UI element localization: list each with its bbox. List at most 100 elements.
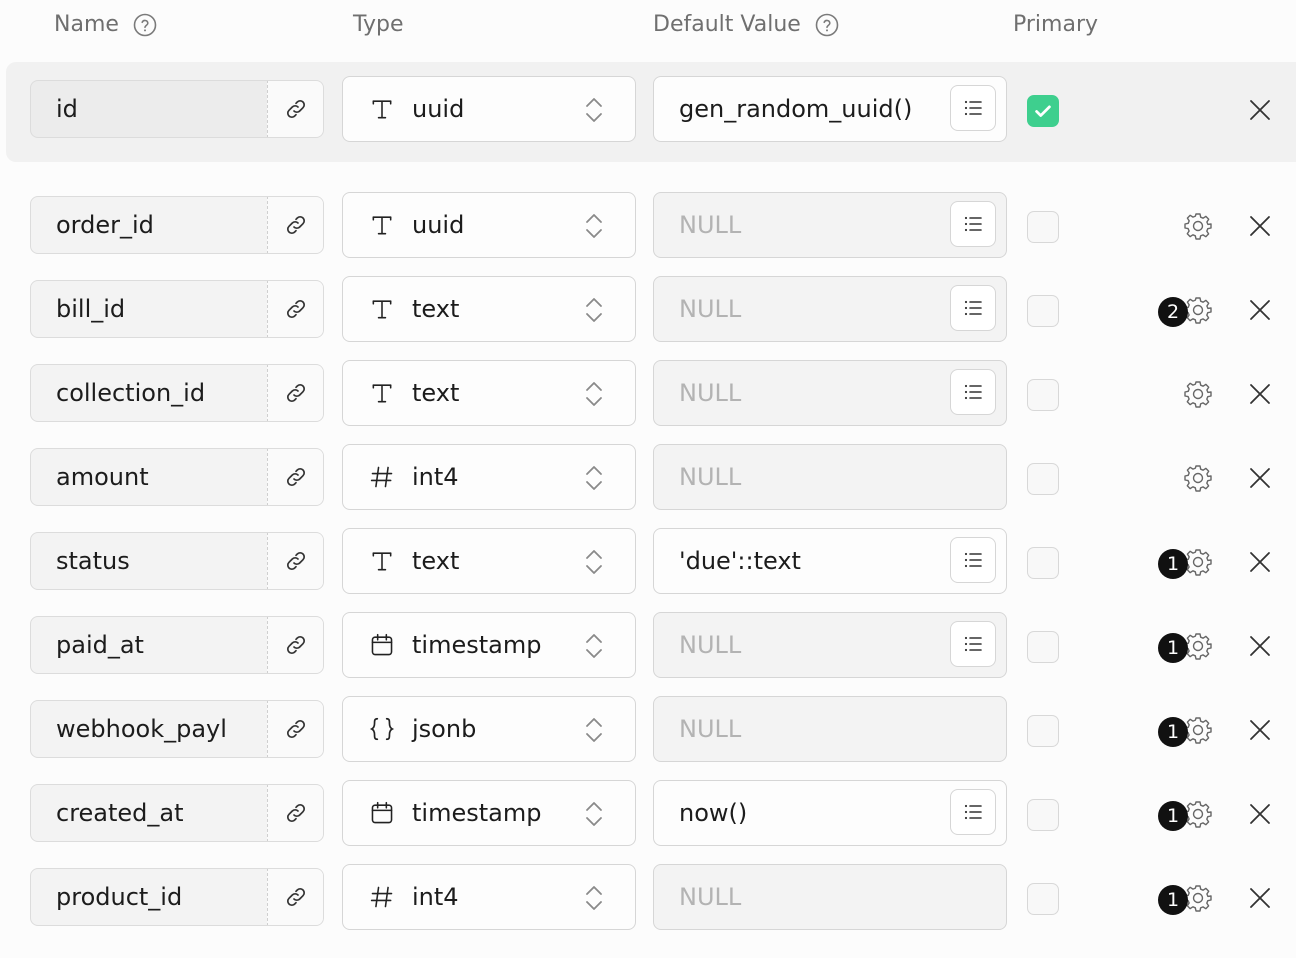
default-value-input[interactable]: NULL bbox=[653, 696, 1007, 762]
column-name-input[interactable]: webhook_payl bbox=[31, 701, 267, 757]
remove-column-close-icon[interactable] bbox=[1247, 717, 1273, 743]
foreign-key-link-button[interactable] bbox=[267, 701, 323, 757]
primary-key-checkbox[interactable] bbox=[1027, 463, 1059, 495]
column-name-field[interactable]: amount bbox=[30, 448, 324, 506]
foreign-key-link-button[interactable] bbox=[267, 81, 323, 137]
settings-count-badge: 1 bbox=[1158, 717, 1188, 747]
column-name-field[interactable]: collection_id bbox=[30, 364, 324, 422]
list-icon bbox=[961, 548, 985, 572]
remove-column-close-icon[interactable] bbox=[1247, 465, 1273, 491]
column-type-select[interactable]: text bbox=[342, 528, 636, 594]
column-type-select[interactable]: timestamp bbox=[342, 780, 636, 846]
foreign-key-link-button[interactable] bbox=[267, 365, 323, 421]
remove-column-close-icon[interactable] bbox=[1247, 297, 1273, 323]
column-name-field[interactable]: product_id bbox=[30, 868, 324, 926]
column-name-input[interactable]: collection_id bbox=[31, 365, 267, 421]
remove-column-close-icon[interactable] bbox=[1247, 97, 1273, 123]
column-name-field[interactable]: paid_at bbox=[30, 616, 324, 674]
remove-column-close-icon[interactable] bbox=[1247, 633, 1273, 659]
primary-key-checkbox[interactable] bbox=[1027, 95, 1059, 127]
chevron-up-down-icon bbox=[583, 211, 605, 241]
foreign-key-link-button[interactable] bbox=[267, 197, 323, 253]
foreign-key-link-button[interactable] bbox=[267, 617, 323, 673]
help-icon[interactable] bbox=[133, 13, 157, 37]
column-type-select[interactable]: uuid bbox=[342, 192, 636, 258]
foreign-key-link-button[interactable] bbox=[267, 785, 323, 841]
column-name-input[interactable]: order_id bbox=[31, 197, 267, 253]
default-value-suggestions-button[interactable] bbox=[950, 369, 996, 415]
default-value-text: NULL bbox=[679, 883, 742, 911]
default-value-suggestions-button[interactable] bbox=[950, 201, 996, 247]
primary-header-label: Primary bbox=[1013, 12, 1099, 37]
primary-key-checkbox[interactable] bbox=[1027, 295, 1059, 327]
column-type-select[interactable]: timestamp bbox=[342, 612, 636, 678]
default-value-suggestions-button[interactable] bbox=[950, 621, 996, 667]
default-value-input[interactable]: 'due'::text bbox=[653, 528, 1007, 594]
remove-column-close-icon[interactable] bbox=[1247, 885, 1273, 911]
primary-key-checkbox[interactable] bbox=[1027, 799, 1059, 831]
primary-key-checkbox[interactable] bbox=[1027, 883, 1059, 915]
column-name-input[interactable]: paid_at bbox=[31, 617, 267, 673]
column-type-label: int4 bbox=[412, 883, 459, 911]
default-value-input[interactable]: now() bbox=[653, 780, 1007, 846]
column-settings-gear-icon[interactable] bbox=[1183, 379, 1213, 409]
column-name-field[interactable]: bill_id bbox=[30, 280, 324, 338]
default-value-text: gen_random_uuid() bbox=[679, 95, 913, 123]
column-name-input[interactable]: status bbox=[31, 533, 267, 589]
default-value-input[interactable]: NULL bbox=[653, 276, 1007, 342]
default-value-input[interactable]: NULL bbox=[653, 612, 1007, 678]
column-name-field[interactable]: created_at bbox=[30, 784, 324, 842]
column-type-select[interactable]: text bbox=[342, 276, 636, 342]
foreign-key-link-button[interactable] bbox=[267, 281, 323, 337]
default-value-header-label: Default Value bbox=[653, 12, 801, 37]
column-type-select[interactable]: int4 bbox=[342, 444, 636, 510]
help-icon[interactable] bbox=[815, 13, 839, 37]
default-value-text: NULL bbox=[679, 715, 742, 743]
column-name-field[interactable]: status bbox=[30, 532, 324, 590]
default-value-input[interactable]: NULL bbox=[653, 360, 1007, 426]
remove-column-close-icon[interactable] bbox=[1247, 801, 1273, 827]
column-settings-gear-icon[interactable] bbox=[1183, 463, 1213, 493]
primary-header: Primary bbox=[1013, 12, 1098, 37]
column-name-input[interactable]: bill_id bbox=[31, 281, 267, 337]
chevron-up-down-icon bbox=[583, 463, 605, 493]
column-type-label: uuid bbox=[412, 211, 465, 239]
column-name-field[interactable]: webhook_payl bbox=[30, 700, 324, 758]
settings-count-badge: 1 bbox=[1158, 801, 1188, 831]
foreign-key-link-button[interactable] bbox=[267, 449, 323, 505]
column-type-select[interactable]: uuid bbox=[342, 76, 636, 142]
column-type-select[interactable]: text bbox=[342, 360, 636, 426]
remove-column-close-icon[interactable] bbox=[1247, 381, 1273, 407]
column-name-field[interactable]: order_id bbox=[30, 196, 324, 254]
foreign-key-link-button[interactable] bbox=[267, 869, 323, 925]
default-value-input[interactable]: NULL bbox=[653, 864, 1007, 930]
column-name-input[interactable]: amount bbox=[31, 449, 267, 505]
link-icon bbox=[284, 465, 308, 489]
default-value-text: 'due'::text bbox=[679, 547, 801, 575]
column-name-input[interactable]: created_at bbox=[31, 785, 267, 841]
default-value-suggestions-button[interactable] bbox=[950, 85, 996, 131]
remove-column-close-icon[interactable] bbox=[1247, 549, 1273, 575]
default-value-input[interactable]: gen_random_uuid() bbox=[653, 76, 1007, 142]
default-value-suggestions-button[interactable] bbox=[950, 285, 996, 331]
default-value-input[interactable]: NULL bbox=[653, 192, 1007, 258]
default-value-input[interactable]: NULL bbox=[653, 444, 1007, 510]
default-value-suggestions-button[interactable] bbox=[950, 537, 996, 583]
primary-key-checkbox[interactable] bbox=[1027, 547, 1059, 579]
remove-column-close-icon[interactable] bbox=[1247, 213, 1273, 239]
primary-key-checkbox[interactable] bbox=[1027, 715, 1059, 747]
foreign-key-link-button[interactable] bbox=[267, 533, 323, 589]
column-type-select[interactable]: int4 bbox=[342, 864, 636, 930]
primary-key-checkbox[interactable] bbox=[1027, 631, 1059, 663]
default-value-suggestions-button[interactable] bbox=[950, 789, 996, 835]
column-settings-gear-icon[interactable] bbox=[1183, 211, 1213, 241]
column-name-input[interactable]: product_id bbox=[31, 869, 267, 925]
primary-key-checkbox[interactable] bbox=[1027, 379, 1059, 411]
column-type-label: uuid bbox=[412, 95, 465, 123]
text-type-icon bbox=[367, 546, 397, 576]
column-type-select[interactable]: jsonb bbox=[342, 696, 636, 762]
column-name-input[interactable]: id bbox=[31, 81, 267, 137]
primary-key-checkbox[interactable] bbox=[1027, 211, 1059, 243]
name-header: Name bbox=[54, 12, 157, 37]
column-name-field[interactable]: id bbox=[30, 80, 324, 138]
